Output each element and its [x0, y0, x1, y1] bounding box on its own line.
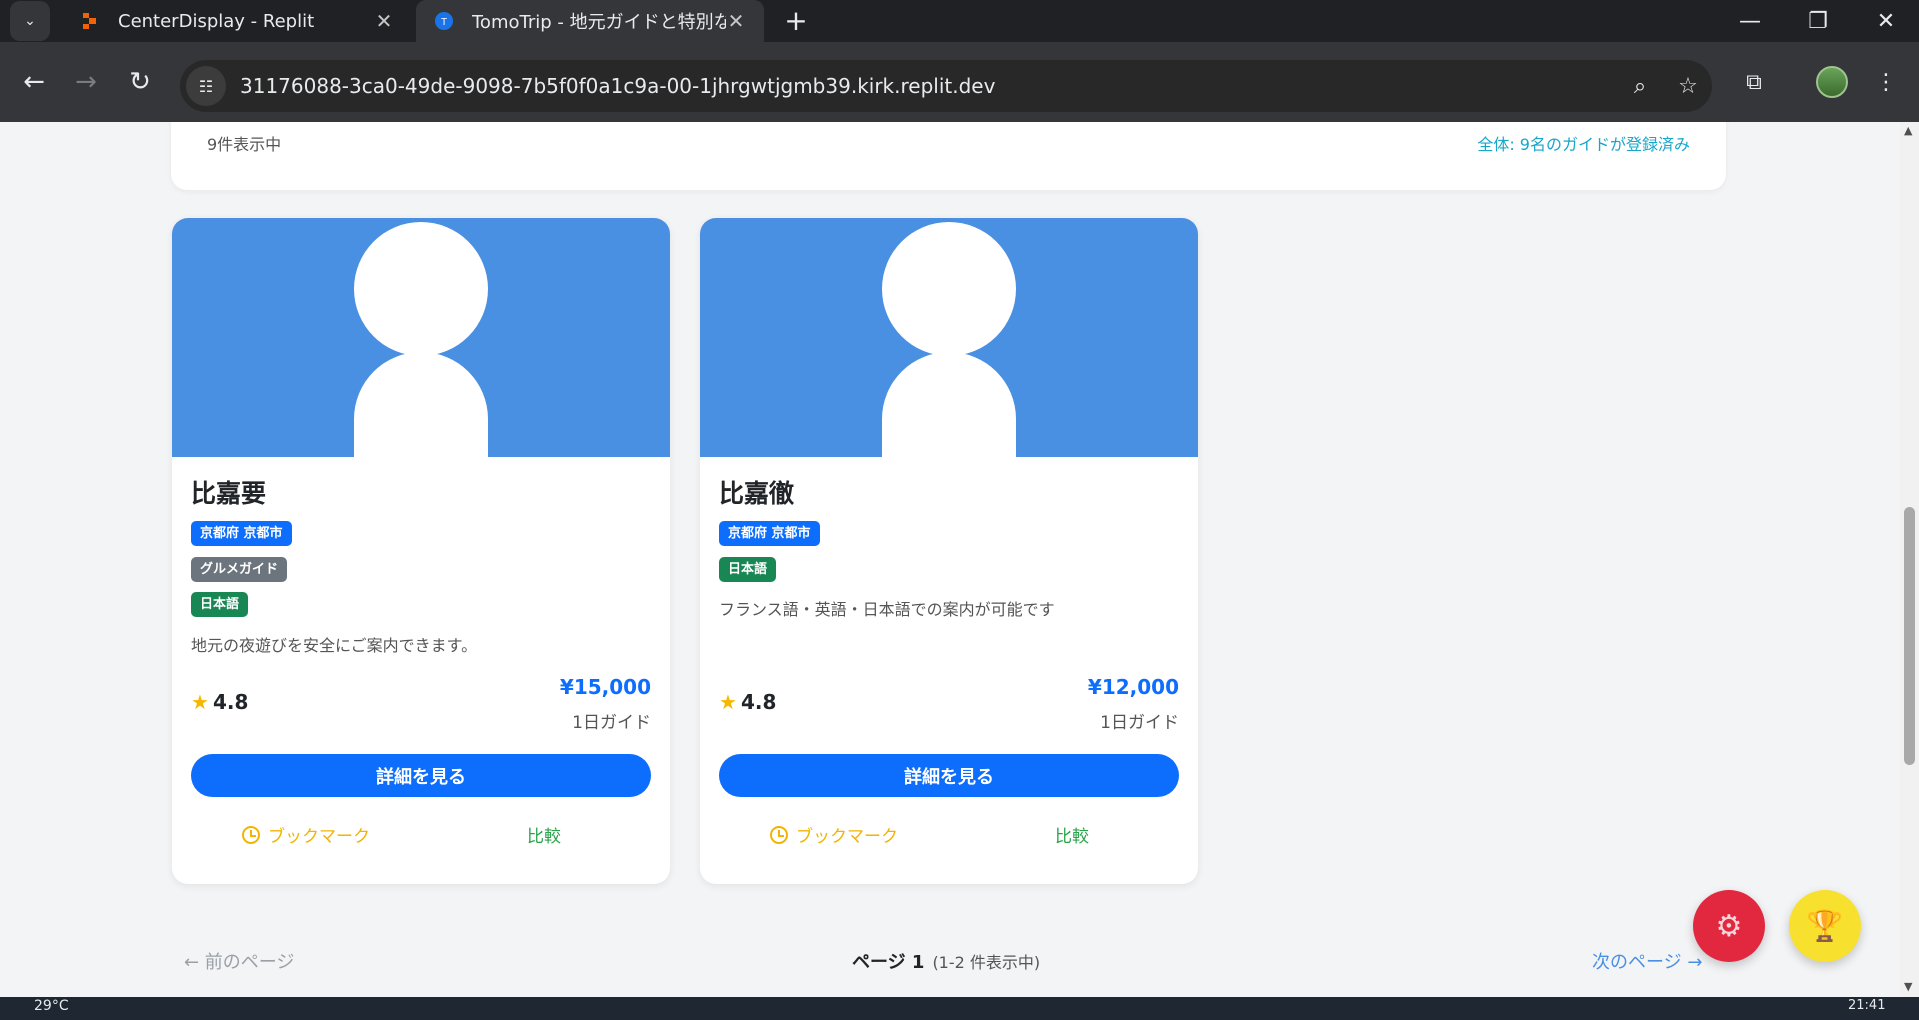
guide-price: ¥12,000 — [1087, 675, 1179, 699]
clock-icon — [242, 825, 260, 844]
tab-centerdisplay[interactable]: CenterDisplay - Replit ✕ — [62, 0, 412, 42]
minimize-button[interactable]: — — [1716, 0, 1784, 42]
guide-photo — [700, 218, 1198, 457]
tab-tomotrip[interactable]: T TomoTrip - 地元ガイドと特別な旅 ✕ — [416, 0, 764, 42]
compare-button[interactable]: 比較 — [527, 822, 561, 847]
menu-button[interactable]: ⋮ — [1866, 62, 1906, 102]
bookmark-button[interactable]: ブックマーク — [242, 822, 370, 847]
page-viewport: 9件表示中 全体: 9名のガイドが登録済み 比嘉要 京都府 京都市 グルメガイド… — [0, 122, 1900, 997]
os-taskbar: 29°C 21:41 — [0, 997, 1919, 1020]
restore-button[interactable]: ❐ — [1784, 0, 1852, 42]
arrow-left-icon: ← — [23, 67, 45, 97]
restore-icon: ❐ — [1808, 8, 1828, 34]
zoom-icon[interactable]: ⌕ — [1616, 74, 1664, 99]
price-unit: 1日ガイド — [1100, 713, 1179, 733]
guide-description: 地元の夜遊びを安全にご案内できます。 — [191, 636, 478, 655]
rating-value: 4.8 — [212, 690, 249, 714]
settings-fab[interactable]: ⚙ — [1693, 890, 1765, 962]
tab-search-button[interactable]: ⌄ — [10, 1, 50, 41]
specialty-badge: グルメガイド — [191, 557, 288, 582]
guide-card: 比嘉要 京都府 京都市 グルメガイド 日本語 地元の夜遊びを安全にご案内できます… — [172, 218, 670, 884]
clock-icon — [770, 825, 788, 844]
star-icon: ★ — [719, 690, 737, 714]
taskbar-clock[interactable]: 21:41 — [1848, 998, 1885, 1013]
results-summary: 9件表示中 全体: 9名のガイドが登録済み — [171, 122, 1726, 190]
address-bar[interactable]: ☷ 31176088-3ca0-49de-9098-7b5f0f0a1c9a-0… — [180, 60, 1712, 112]
scroll-up-icon[interactable]: ▲ — [1904, 124, 1912, 137]
reload-button[interactable]: ↻ — [120, 62, 160, 102]
results-count: 9件表示中 — [207, 135, 282, 154]
minimize-icon: — — [1739, 8, 1761, 34]
bookmark-label: ブックマーク — [268, 827, 370, 847]
total-guides: 全体: 9名のガイドが登録済み — [1477, 135, 1690, 154]
compare-button[interactable]: 比較 — [1055, 822, 1089, 847]
view-details-button[interactable]: 詳細を見る — [191, 754, 651, 797]
trophy-fab[interactable]: 🏆 — [1789, 890, 1861, 962]
new-tab-button[interactable]: + — [780, 4, 812, 37]
profile-avatar[interactable] — [1816, 66, 1848, 98]
scroll-down-icon[interactable]: ▼ — [1904, 980, 1912, 993]
puzzle-icon: ⧉ — [1746, 69, 1762, 95]
scrollbar-thumb[interactable] — [1904, 507, 1915, 765]
gear-icon: ⚙ — [1715, 908, 1743, 944]
language-badge: 日本語 — [719, 557, 777, 582]
weather-temperature[interactable]: 29°C — [34, 998, 69, 1014]
guide-photo — [172, 218, 670, 457]
location-badge: 京都府 京都市 — [719, 521, 820, 546]
page-indicator: ページ 1 (1-2 件表示中) — [852, 948, 1040, 974]
chevron-down-icon: ⌄ — [24, 13, 36, 29]
url-text[interactable]: 31176088-3ca0-49de-9098-7b5f0f0a1c9a-00-… — [240, 74, 1616, 98]
browser-toolbar: ← → ↻ ☷ 31176088-3ca0-49de-9098-7b5f0f0a… — [0, 42, 1919, 122]
guide-card: 比嘉徹 京都府 京都市 日本語 フランス語・英語・日本語での案内が可能です ★ 4… — [700, 218, 1198, 884]
svg-text:T: T — [441, 17, 447, 28]
page-label: ページ 1 — [852, 952, 925, 973]
avatar-placeholder-icon — [882, 222, 1016, 356]
avatar-body-shape — [354, 352, 488, 457]
close-window-button[interactable]: ✕ — [1852, 0, 1919, 42]
language-badge: 日本語 — [191, 592, 249, 617]
location-badge: 京都府 京都市 — [191, 521, 292, 546]
bookmark-button[interactable]: ブックマーク — [770, 822, 898, 847]
price-unit: 1日ガイド — [572, 713, 651, 733]
site-info-button[interactable]: ☷ — [186, 66, 226, 106]
star-icon: ★ — [191, 690, 209, 714]
prev-page-button[interactable]: ← 前のページ — [184, 948, 294, 974]
replit-icon — [83, 13, 96, 29]
tomotrip-favicon-icon: T — [435, 12, 453, 30]
back-button[interactable]: ← — [14, 62, 54, 102]
guide-name: 比嘉要 — [191, 479, 267, 508]
page-count: (1-2 件表示中) — [932, 953, 1041, 972]
next-page-button[interactable]: 次のページ → — [1592, 948, 1702, 974]
guide-price: ¥15,000 — [559, 675, 651, 699]
guide-rating: ★ 4.8 — [719, 690, 776, 714]
guide-rating: ★ 4.8 — [191, 690, 248, 714]
guide-description: フランス語・英語・日本語での案内が可能です — [719, 600, 1055, 619]
guide-name: 比嘉徹 — [719, 479, 795, 508]
page-scrollbar[interactable]: ▲ ▼ — [1900, 122, 1919, 997]
extensions-button[interactable]: ⧉ — [1734, 62, 1774, 102]
view-details-button[interactable]: 詳細を見る — [719, 754, 1179, 797]
close-icon[interactable]: ✕ — [726, 9, 746, 33]
star-icon[interactable]: ☆ — [1664, 74, 1712, 99]
rating-value: 4.8 — [740, 690, 777, 714]
close-icon: ✕ — [1876, 8, 1896, 34]
tab-title: TomoTrip - 地元ガイドと特別な旅 — [472, 12, 726, 33]
tab-title: CenterDisplay - Replit — [118, 10, 315, 32]
reload-icon: ↻ — [129, 67, 151, 97]
forward-button[interactable]: → — [66, 62, 106, 102]
arrow-right-icon: → — [75, 67, 97, 97]
trophy-icon: 🏆 — [1806, 908, 1844, 944]
bookmark-label: ブックマーク — [796, 827, 898, 847]
close-icon[interactable]: ✕ — [374, 9, 394, 33]
avatar-body-shape — [882, 352, 1016, 457]
avatar-placeholder-icon — [354, 222, 488, 356]
tune-icon: ☷ — [198, 76, 214, 96]
more-vert-icon: ⋮ — [1875, 69, 1897, 95]
